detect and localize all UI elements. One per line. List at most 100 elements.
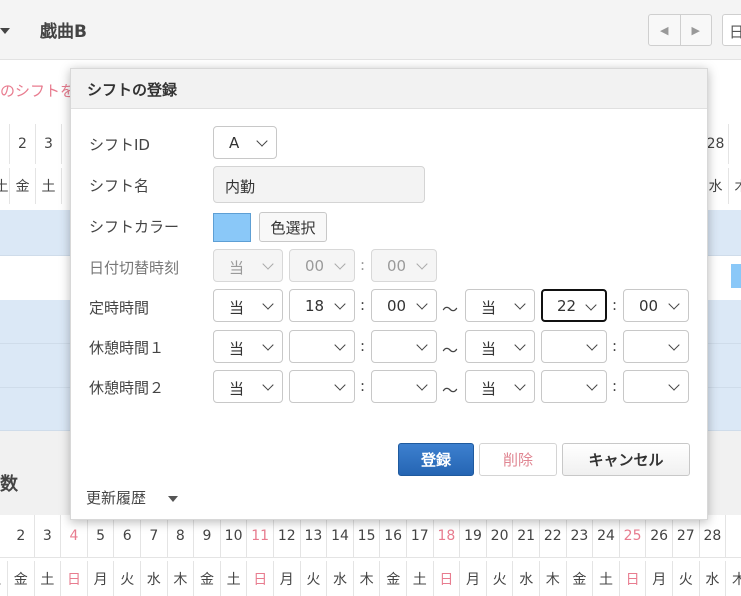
date-cell: 22 [540,515,567,557]
date-switch-day-select[interactable]: 当 [213,249,283,282]
shift-name-input[interactable]: 内勤 [213,166,425,203]
label-shift-id: シフトID [89,136,150,154]
date-cell: 28 [700,515,727,557]
shift-block[interactable] [731,264,741,288]
date-cell: 19 [460,515,487,557]
date-cell: 26 [646,515,673,557]
date-cell: 15 [354,515,381,557]
break1-end-hour-select[interactable] [541,330,607,363]
colon: : [360,377,366,395]
break1-start-day-select[interactable]: 当 [213,330,283,363]
chevron-down-icon [416,258,428,270]
color-swatch[interactable] [213,213,251,242]
weekday-cell: 火 [301,561,328,596]
weekday-cell: 土 [0,561,8,596]
break2-start-hour-select[interactable] [289,370,355,403]
update-history-toggle[interactable]: 更新履歴 [86,487,146,508]
colon: : [612,337,618,355]
chevron-down-icon [514,339,526,351]
range-tilde: 〜 [442,341,459,360]
weekday-cell: 土 [35,561,62,596]
break1-end-minute-select[interactable] [623,330,689,363]
delete-button[interactable]: 削除 [479,443,557,476]
chevron-down-icon [334,258,346,270]
date-cell: 20 [487,515,514,557]
date-switch-hour-select[interactable]: 00 [289,249,355,282]
weekday-cell: 金 [567,561,594,596]
date-cell: 23 [567,515,594,557]
label-shift-name: シフト名 [89,177,150,195]
weekday-cell: 金 [194,561,221,596]
weekday-cell: 金 [380,561,407,596]
date-switch-minute-select[interactable]: 00 [371,249,437,282]
page-title: 戯曲B [40,22,87,42]
dialog-title: シフトの登録 [71,69,707,109]
break2-end-minute-select[interactable] [623,370,689,403]
shift-notice-text: のシフトを [0,82,76,100]
date-cell: 17 [407,515,434,557]
weekday-cell: 月 [460,561,487,596]
colon: : [360,296,366,314]
date-cell: 25 [620,515,647,557]
date-cell: 9 [194,515,221,557]
label-regular-time: 定時時間 [89,299,150,317]
app-header: 戯曲B ◀ ▶ 日 [0,0,741,60]
prev-arrow-icon[interactable]: ◀ [649,15,680,45]
weekday-cell: 金 [8,561,35,596]
weekday-cell: 日 [61,561,88,596]
shift-registration-dialog: シフトの登録 シフトID A シフト名 内勤 シフトカラー 色選択 日付切替時刻… [70,68,708,520]
break1-end-day-select[interactable]: 当 [465,330,535,363]
colon: : [612,377,618,395]
regular-start-day-select[interactable]: 当 [213,289,283,322]
break2-end-day-select[interactable]: 当 [465,370,535,403]
break2-start-minute-select[interactable] [371,370,437,403]
date-cell: 18 [434,515,461,557]
date-cell: 2 [10,124,36,164]
date-cell: 21 [513,515,540,557]
weekday-cell: 木 [540,561,567,596]
weekday-cell: 水 [141,561,168,596]
weekday-cell: 土 [593,561,620,596]
chevron-down-icon [668,298,680,310]
weekday-cell: 月 [274,561,301,596]
date-cell: 3 [36,124,62,164]
day-view-button[interactable]: 日 [722,14,741,46]
color-select-button[interactable]: 色選択 [259,212,327,242]
colon: : [612,296,618,314]
weekday-cell: 日 [247,561,274,596]
regular-end-hour-select[interactable]: 22 [541,289,607,322]
regular-start-minute-select[interactable]: 00 [371,289,437,322]
chevron-down-icon [586,339,598,351]
weekday-cell: 日 [434,561,461,596]
cancel-button[interactable]: キャンセル [562,443,690,476]
break2-end-hour-select[interactable] [541,370,607,403]
date-cell: 6 [114,515,141,557]
menu-caret-icon[interactable] [0,28,10,34]
colon: : [360,337,366,355]
chevron-down-icon [416,379,428,391]
chevron-down-icon [256,135,268,147]
weekday-cell: 水 [700,561,727,596]
chevron-down-icon [334,379,346,391]
schedule-grid-bottom: 2 3 4 5 6 7 8 9 10 11 12 13 14 15 16 17 18 19 20 21 22 23 24 25… [0,515,741,596]
label-break1: 休憩時間１ [89,339,165,357]
regular-start-hour-select[interactable]: 18 [289,289,355,322]
weekday-cell: 土 [36,168,62,204]
range-tilde: 〜 [442,300,459,319]
break1-start-hour-select[interactable] [289,330,355,363]
caret-down-icon[interactable] [168,496,178,502]
date-cell: 16 [380,515,407,557]
weekday-cell: 木 [726,561,741,596]
count-heading: 数 [0,474,18,495]
next-arrow-icon[interactable]: ▶ [679,15,712,45]
break2-start-day-select[interactable]: 当 [213,370,283,403]
date-cell: 27 [673,515,700,557]
date-cell: 4 [61,515,88,557]
label-break2: 休憩時間２ [89,379,165,397]
regular-end-minute-select[interactable]: 00 [623,289,689,322]
register-button[interactable]: 登録 [398,443,474,476]
break1-start-minute-select[interactable] [371,330,437,363]
regular-end-day-select[interactable]: 当 [465,289,535,322]
shift-id-select[interactable]: A [213,126,277,159]
weekday-cell: 月 [88,561,115,596]
